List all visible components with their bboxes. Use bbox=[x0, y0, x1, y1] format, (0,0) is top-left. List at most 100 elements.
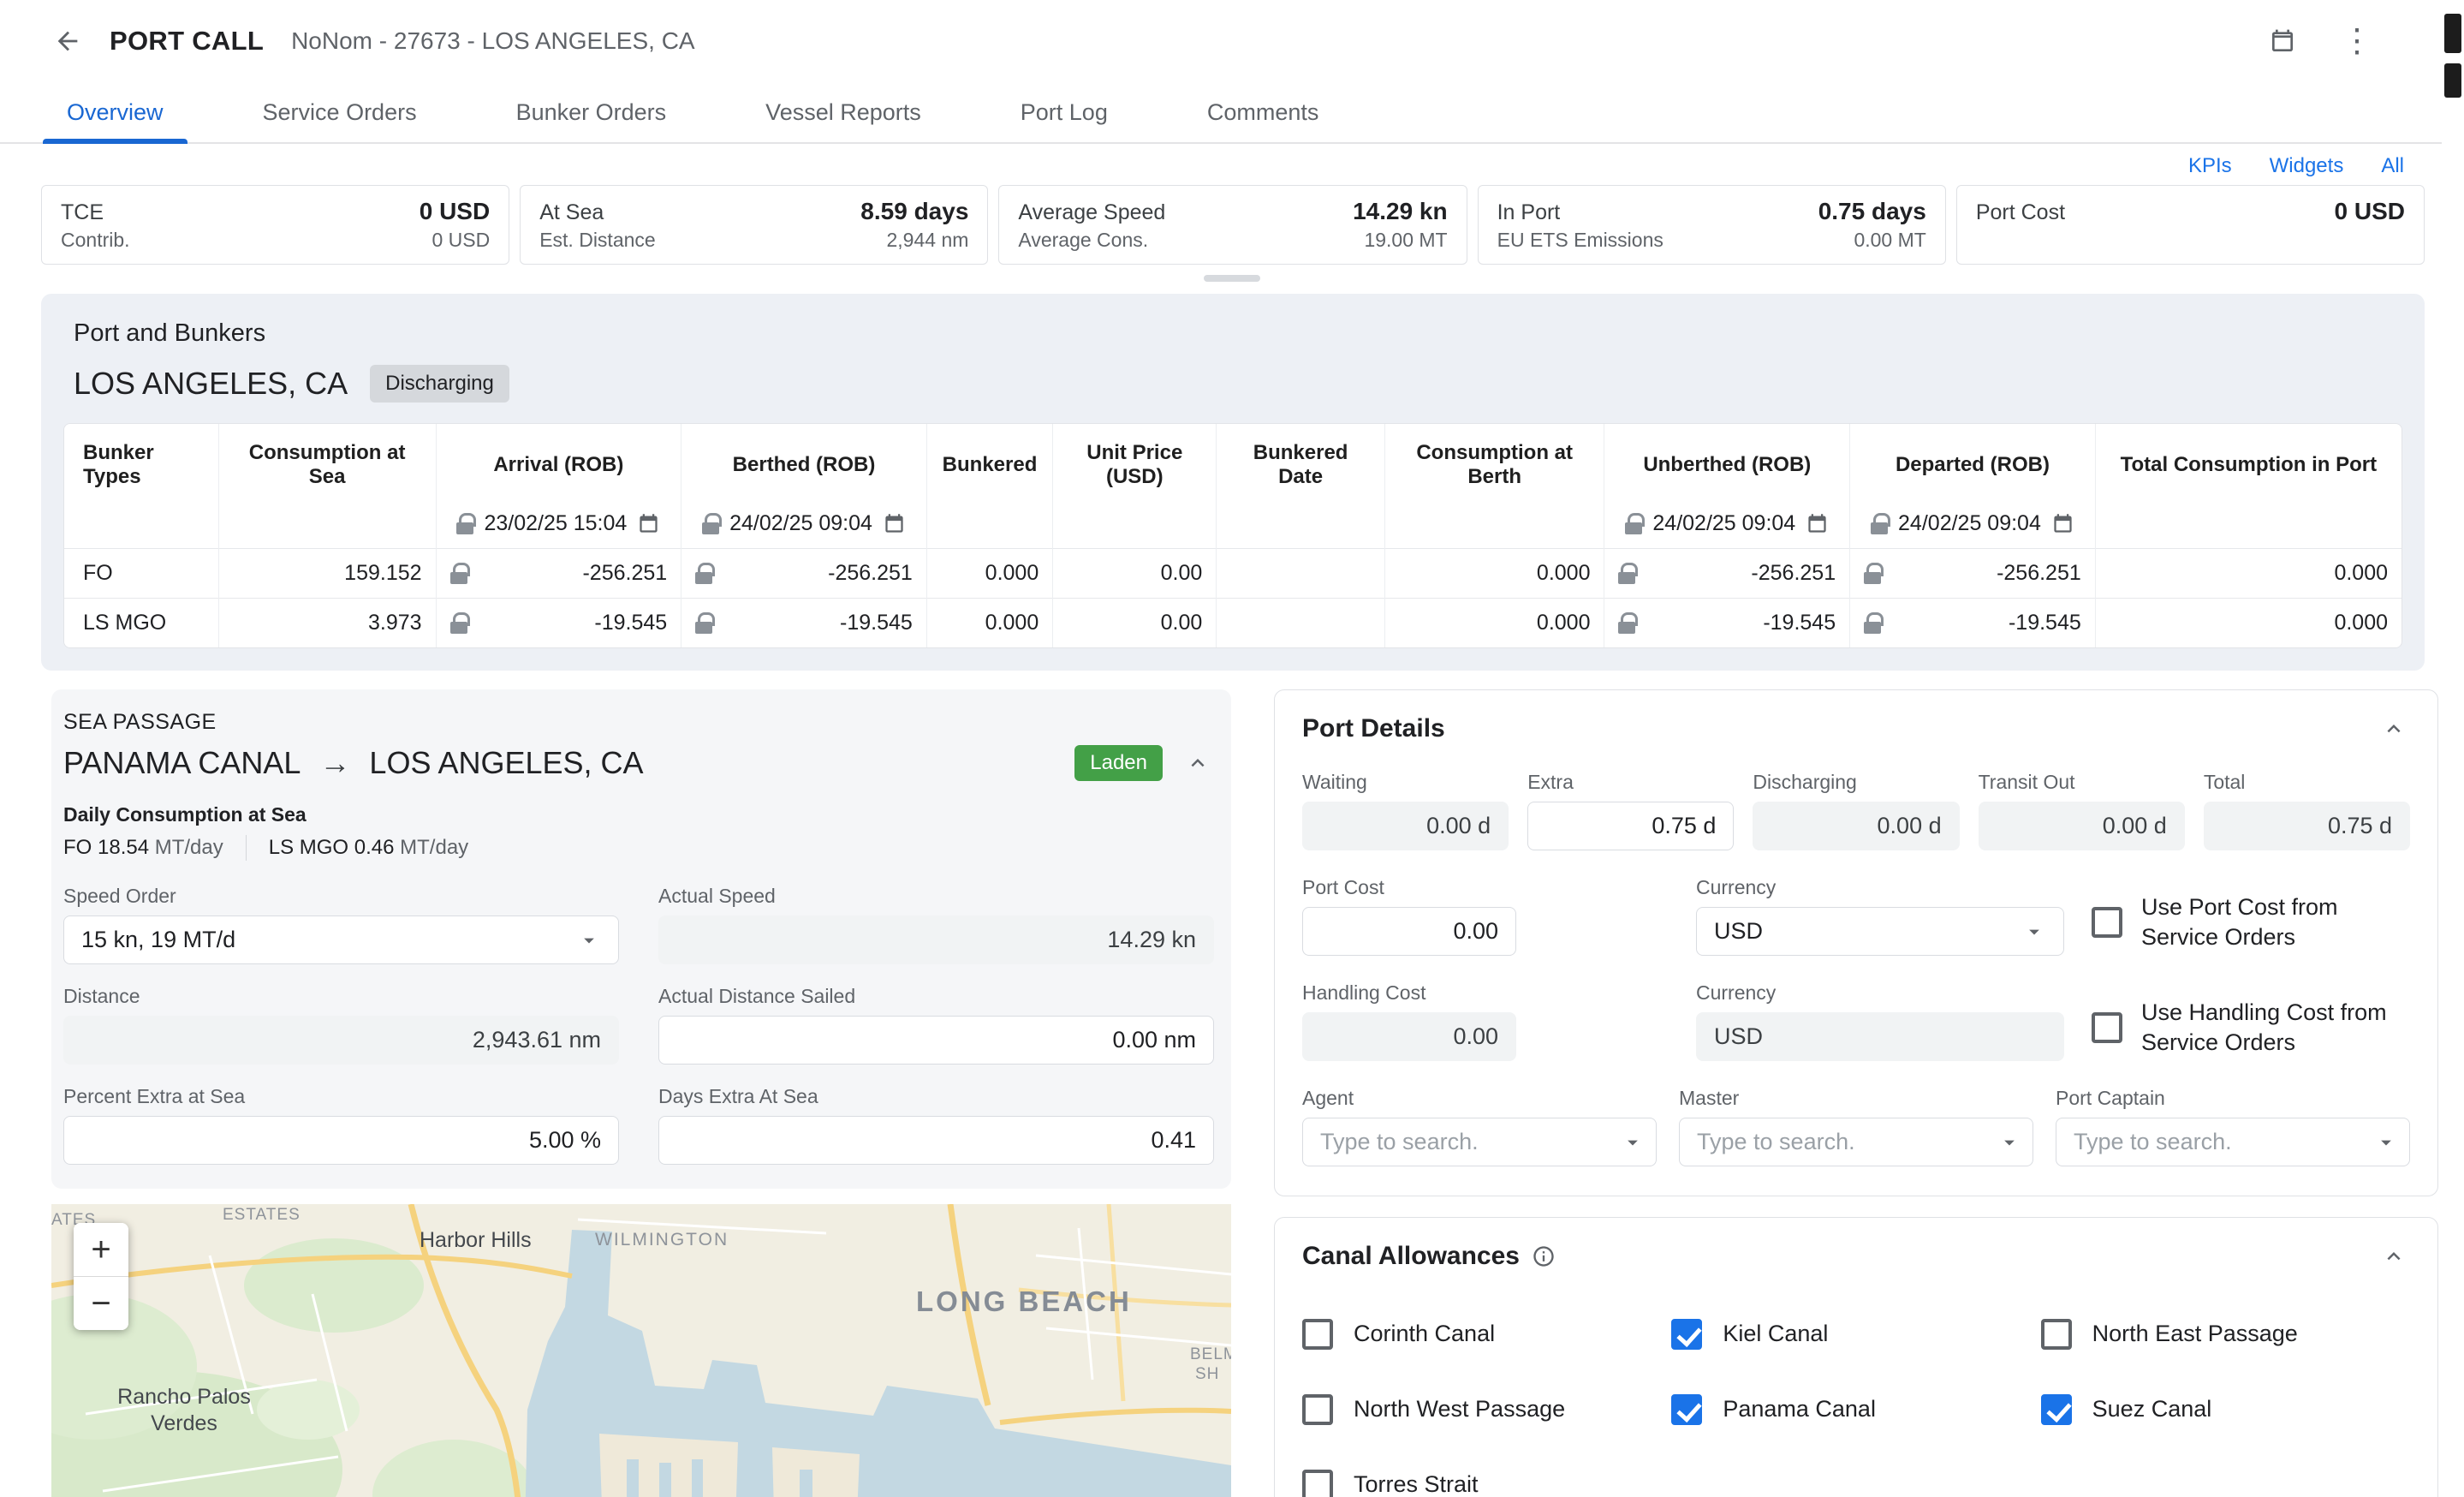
cell-unit-price[interactable]: 0.00 bbox=[1053, 549, 1217, 599]
cell-unberthed-rob: -256.251 bbox=[1604, 549, 1850, 599]
panama-canal-checkbox[interactable] bbox=[1671, 1394, 1702, 1425]
info-icon[interactable] bbox=[1532, 1244, 1556, 1268]
canal-label: Torres Strait bbox=[1354, 1470, 1479, 1497]
canal-label: Corinth Canal bbox=[1354, 1319, 1495, 1349]
use-handling-cost-checkbox[interactable] bbox=[2092, 1012, 2122, 1043]
days-extra-field[interactable]: 0.41 bbox=[658, 1116, 1214, 1165]
kebab-menu-button[interactable]: ⋮ bbox=[2336, 20, 2378, 63]
distance-label: Distance bbox=[63, 985, 619, 1008]
kpi-drag-handle[interactable] bbox=[1204, 275, 1260, 282]
lock-icon bbox=[1625, 513, 1642, 534]
kpi-label: Port Cost bbox=[1976, 200, 2065, 225]
unberthed-date-picker[interactable]: 24/02/25 09:04 bbox=[1613, 511, 1841, 536]
use-handling-cost-label: Use Handling Cost from Service Orders bbox=[2141, 998, 2410, 1058]
collapse-sea-passage-button[interactable] bbox=[1181, 747, 1214, 779]
master-search-input[interactable] bbox=[1679, 1118, 2033, 1166]
calendar-icon[interactable] bbox=[637, 512, 660, 535]
right-rail bbox=[2442, 0, 2464, 1497]
kpi-card-tce: TCE0 USD Contrib.0 USD bbox=[41, 185, 509, 265]
cell-bunkered-date[interactable] bbox=[1217, 599, 1385, 648]
zoom-in-button[interactable]: + bbox=[74, 1223, 128, 1276]
berthed-date: 24/02/25 09:04 bbox=[729, 511, 872, 536]
back-button[interactable] bbox=[48, 21, 87, 61]
port-name: LOS ANGELES, CA bbox=[74, 366, 348, 402]
kpi-sub-label: Contrib. bbox=[61, 229, 130, 252]
daily-consumption-label: Daily Consumption at Sea bbox=[63, 803, 1214, 826]
right-rail-icon-bottom[interactable] bbox=[2444, 63, 2461, 98]
canal-label: Suez Canal bbox=[2092, 1394, 2212, 1424]
map-zoom-control: + − bbox=[74, 1223, 128, 1330]
lock-icon bbox=[702, 513, 719, 534]
sea-passage-section: SEA PASSAGE PANAMA CANAL → LOS ANGELES, … bbox=[51, 689, 1231, 1189]
calendar-icon[interactable] bbox=[883, 512, 906, 535]
kpi-sub-label: Est. Distance bbox=[539, 229, 656, 252]
chevron-up-icon bbox=[2381, 1244, 2407, 1269]
cell-arrival-rob: -256.251 bbox=[436, 549, 681, 599]
link-all[interactable]: All bbox=[2381, 154, 2404, 178]
cell-bunkered[interactable]: 0.000 bbox=[926, 549, 1052, 599]
cell-consumption-at-sea: 3.973 bbox=[218, 599, 436, 648]
canal-option-corinth: Corinth Canal bbox=[1302, 1319, 1671, 1350]
speed-order-select[interactable]: 15 kn, 19 MT/d bbox=[63, 915, 619, 964]
currency-label: Currency bbox=[1696, 876, 2064, 899]
laden-chip: Laden bbox=[1074, 745, 1163, 781]
kpi-row: TCE0 USD Contrib.0 USD At Sea8.59 days E… bbox=[0, 185, 2464, 265]
port-captain-search-input[interactable] bbox=[2056, 1118, 2410, 1166]
port-details-title: Port Details bbox=[1302, 714, 1445, 743]
collapse-canal-allowances-button[interactable] bbox=[2378, 1240, 2410, 1273]
calendar-icon[interactable] bbox=[1806, 512, 1829, 535]
torres-strait-checkbox[interactable] bbox=[1302, 1470, 1333, 1497]
right-rail-icon-top[interactable] bbox=[2444, 14, 2461, 53]
lock-icon bbox=[1871, 513, 1888, 534]
agent-search-input[interactable] bbox=[1302, 1118, 1657, 1166]
col-consumption-at-sea: Consumption at Sea bbox=[218, 424, 436, 506]
berthed-date-picker[interactable]: 24/02/25 09:04 bbox=[690, 511, 918, 536]
port-and-bunkers-section: Port and Bunkers LOS ANGELES, CA Dischar… bbox=[41, 294, 2425, 671]
north-west-passage-checkbox[interactable] bbox=[1302, 1394, 1333, 1425]
link-kpis[interactable]: KPIs bbox=[2188, 154, 2232, 178]
tab-port-log[interactable]: Port Log bbox=[971, 82, 1158, 142]
collapse-port-details-button[interactable] bbox=[2378, 713, 2410, 745]
percent-extra-field[interactable]: 5.00 % bbox=[63, 1116, 619, 1165]
departed-date-picker[interactable]: 24/02/25 09:04 bbox=[1859, 511, 2086, 536]
port-cost-field[interactable]: 0.00 bbox=[1302, 907, 1516, 956]
tab-vessel-reports[interactable]: Vessel Reports bbox=[716, 82, 971, 142]
tab-bunker-orders[interactable]: Bunker Orders bbox=[467, 82, 717, 142]
use-port-cost-label: Use Port Cost from Service Orders bbox=[2141, 892, 2410, 952]
cell-bunkered[interactable]: 0.000 bbox=[926, 599, 1052, 648]
tab-comments[interactable]: Comments bbox=[1158, 82, 1369, 142]
port-cost-currency-select[interactable]: USD bbox=[1696, 907, 2064, 956]
daily-fo: FO 18.54 bbox=[63, 836, 149, 859]
arrival-date-picker[interactable]: 23/02/25 15:04 bbox=[445, 511, 673, 536]
extra-field[interactable]: 0.75 d bbox=[1527, 802, 1734, 850]
discharging-label: Discharging bbox=[1753, 771, 1959, 794]
cell-total-consumption: 0.000 bbox=[2095, 599, 2402, 648]
cell-bunkered-date[interactable] bbox=[1217, 549, 1385, 599]
route-map[interactable]: + − ESTATES ATES Harbor Hills WILMINGTON… bbox=[51, 1204, 1231, 1497]
status-badge: Discharging bbox=[370, 365, 509, 403]
chevron-up-icon bbox=[2381, 716, 2407, 742]
kiel-canal-checkbox[interactable] bbox=[1671, 1319, 1702, 1350]
col-bunker-types: Bunker Types bbox=[64, 424, 218, 506]
suez-canal-checkbox[interactable] bbox=[2041, 1394, 2072, 1425]
tab-service-orders[interactable]: Service Orders bbox=[213, 82, 467, 142]
col-unberthed-rob: Unberthed (ROB) bbox=[1604, 424, 1850, 506]
handling-cost-field: 0.00 bbox=[1302, 1012, 1516, 1061]
canal-option-torres: Torres Strait bbox=[1302, 1470, 1671, 1497]
cell-unit-price[interactable]: 0.00 bbox=[1053, 599, 1217, 648]
actual-distance-sailed-field[interactable]: 0.00 nm bbox=[658, 1016, 1214, 1065]
corinth-canal-checkbox[interactable] bbox=[1302, 1319, 1333, 1350]
sea-passage-label: SEA PASSAGE bbox=[63, 710, 1214, 735]
link-widgets[interactable]: Widgets bbox=[2270, 154, 2344, 178]
north-east-passage-checkbox[interactable] bbox=[2041, 1319, 2072, 1350]
tab-overview[interactable]: Overview bbox=[17, 82, 213, 142]
calendar-button[interactable] bbox=[2264, 22, 2301, 60]
kpi-value: 0 USD bbox=[2335, 198, 2405, 225]
zoom-out-button[interactable]: − bbox=[74, 1277, 128, 1330]
table-row-ls-mgo: LS MGO 3.973 -19.545 -19.545 0.000 0.00 … bbox=[64, 599, 2402, 648]
page-subtitle: NoNom - 27673 - LOS ANGELES, CA bbox=[291, 27, 695, 55]
use-port-cost-checkbox[interactable] bbox=[2092, 907, 2122, 938]
map-art bbox=[51, 1204, 1231, 1497]
tab-bar: Overview Service Orders Bunker Orders Ve… bbox=[0, 82, 2464, 144]
calendar-icon[interactable] bbox=[2051, 512, 2074, 535]
